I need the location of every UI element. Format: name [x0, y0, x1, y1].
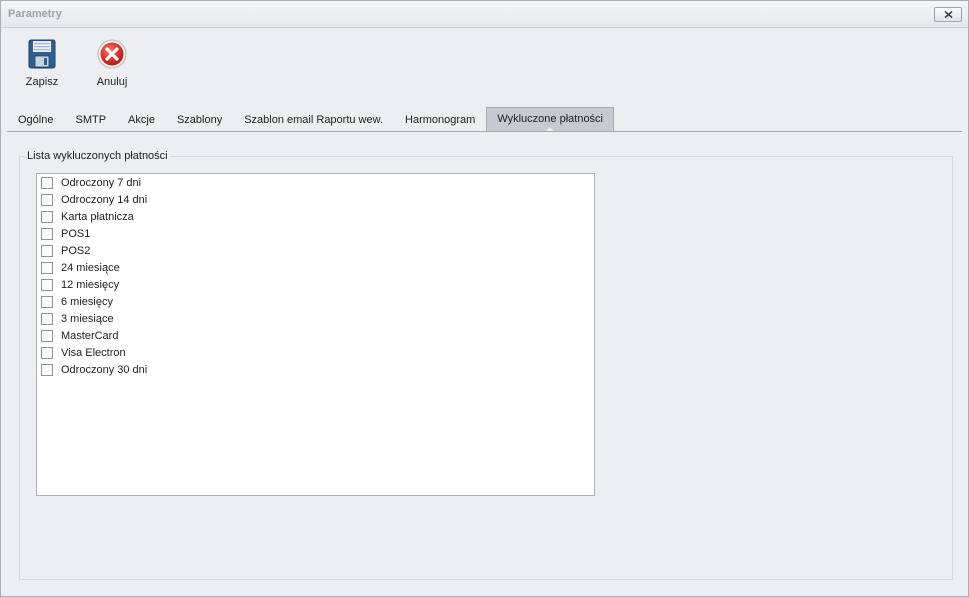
excluded-payments-list[interactable]: Odroczony 7 dni Odroczony 14 dni Karta p…: [36, 173, 595, 496]
item-label: 6 miesięcy: [61, 295, 113, 308]
item-label: 12 miesięcy: [61, 278, 120, 291]
tab-harmonogram[interactable]: Harmonogram: [394, 109, 486, 131]
tab-label: Szablony: [176, 114, 223, 126]
item-label: 3 miesiące: [61, 312, 114, 325]
excluded-payments-group: Lista wykluczonych płatności Odroczony 7…: [19, 150, 953, 580]
list-item[interactable]: Odroczony 14 dni: [37, 191, 594, 208]
item-label: Odroczony 14 dni: [61, 193, 148, 206]
tab-label: Wykluczone płatności: [497, 113, 603, 125]
cancel-button[interactable]: Anuluj: [82, 38, 142, 94]
checkbox[interactable]: [41, 176, 53, 189]
tab-szablony[interactable]: Szablony: [166, 109, 233, 131]
checkbox[interactable]: [41, 227, 53, 240]
toolbar: Zapisz Anuluj: [1, 28, 968, 100]
item-label: POS2: [61, 244, 91, 257]
item-label: 24 miesiące: [61, 261, 120, 274]
list-item[interactable]: MasterCard: [37, 327, 594, 344]
group-title: Lista wykluczonych płatności: [25, 150, 170, 162]
checkbox[interactable]: [41, 244, 53, 257]
checkbox[interactable]: [41, 346, 53, 359]
close-button[interactable]: [934, 7, 962, 22]
tab-label: Ogólne: [18, 114, 54, 126]
item-label: Karta płatnicza: [61, 210, 134, 223]
item-label: Odroczony 7 dni: [61, 176, 142, 189]
list-item[interactable]: 24 miesiące: [37, 259, 594, 276]
window-title: Parametry: [8, 8, 62, 20]
list-item[interactable]: Odroczony 30 dni: [37, 361, 594, 378]
floppy-disk-icon: [28, 39, 56, 69]
title-bar[interactable]: Parametry: [1, 1, 968, 28]
tab-label: Szablon email Raportu wew.: [244, 114, 384, 126]
list-item[interactable]: 6 miesięcy: [37, 293, 594, 310]
cancel-label: Anuluj: [96, 76, 128, 88]
tab-label: Harmonogram: [405, 114, 476, 126]
list-item[interactable]: Visa Electron: [37, 344, 594, 361]
checkbox[interactable]: [41, 329, 53, 342]
tab-ogolne[interactable]: Ogólne: [7, 109, 64, 131]
checkbox[interactable]: [41, 193, 53, 206]
checkbox[interactable]: [41, 295, 53, 308]
list-item[interactable]: 12 miesięcy: [37, 276, 594, 293]
checkbox[interactable]: [41, 363, 53, 376]
parametry-window: Parametry Zapisz Anuluj Ogólne SMTP Akcj…: [0, 0, 969, 597]
tab-strip: Ogólne SMTP Akcje Szablony Szablon email…: [7, 107, 968, 132]
tab-label: SMTP: [75, 114, 107, 126]
list-item[interactable]: 3 miesiące: [37, 310, 594, 327]
tab-panel: Lista wykluczonych płatności Odroczony 7…: [7, 131, 962, 591]
checkbox[interactable]: [41, 312, 53, 325]
list-item[interactable]: Odroczony 7 dni: [37, 174, 594, 191]
item-label: Visa Electron: [61, 346, 126, 359]
item-label: Odroczony 30 dni: [61, 363, 148, 376]
tab-szablon-email-raportu[interactable]: Szablon email Raportu wew.: [233, 109, 394, 131]
tab-wykluczone-platnosci[interactable]: Wykluczone płatności: [486, 107, 614, 132]
close-icon: [943, 11, 953, 18]
item-label: POS1: [61, 227, 91, 240]
item-label: MasterCard: [61, 329, 119, 342]
checkbox[interactable]: [41, 210, 53, 223]
list-item[interactable]: POS2: [37, 242, 594, 259]
list-item[interactable]: POS1: [37, 225, 594, 242]
checkbox[interactable]: [41, 261, 53, 274]
cancel-x-icon: [97, 39, 127, 69]
list-item[interactable]: Karta płatnicza: [37, 208, 594, 225]
save-label: Zapisz: [25, 76, 59, 88]
tab-smtp[interactable]: SMTP: [64, 109, 117, 131]
save-button[interactable]: Zapisz: [12, 38, 72, 94]
tab-akcje[interactable]: Akcje: [117, 109, 166, 131]
tab-label: Akcje: [128, 114, 155, 126]
checkbox[interactable]: [41, 278, 53, 291]
